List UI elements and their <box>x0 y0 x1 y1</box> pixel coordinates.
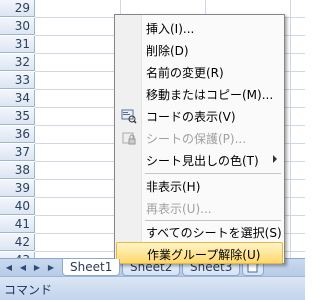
status-bar: コマンド <box>0 276 305 300</box>
row-header[interactable]: 41 <box>0 216 35 233</box>
menu-item-label: 削除(D) <box>146 44 189 58</box>
prev-sheet-icon: ◀ <box>19 263 27 272</box>
menu-item-label: 挿入(I)... <box>146 22 195 36</box>
sheet-tab-sheet1[interactable]: Sheet1 <box>62 259 121 276</box>
menu-item-hide[interactable]: 非表示(H) <box>116 175 283 197</box>
last-sheet-icon: ▶ <box>47 263 55 272</box>
last-sheet-button[interactable]: ▶ <box>45 262 57 273</box>
menu-item-delete[interactable]: 削除(D) <box>116 39 283 61</box>
row-header[interactable]: 37 <box>0 144 35 161</box>
row-header[interactable]: 33 <box>0 72 35 89</box>
row-header[interactable]: 39 <box>0 180 35 197</box>
submenu-arrow-icon <box>273 155 277 163</box>
menu-item-label: 非表示(H) <box>146 180 201 194</box>
menu-item-select-all-sheets[interactable]: すべてのシートを選択(S) <box>116 221 283 243</box>
menu-item-label: 名前の変更(R) <box>146 66 224 80</box>
menu-separator <box>145 173 281 174</box>
row-header[interactable]: 42 <box>0 234 35 251</box>
protect-sheet-icon <box>122 132 136 145</box>
menu-item-label: コードの表示(V) <box>146 110 236 124</box>
status-text: コマンド <box>4 283 53 297</box>
next-sheet-button[interactable]: ▶ <box>31 262 43 273</box>
first-sheet-icon: ◀ <box>5 263 13 272</box>
menu-item-rename[interactable]: 名前の変更(R) <box>116 61 283 83</box>
row-header[interactable]: 31 <box>0 36 35 53</box>
menu-item-tab-color[interactable]: シート見出しの色(T) <box>116 149 283 171</box>
row-header[interactable]: 30 <box>0 18 35 35</box>
sheet-tab-context-menu: 挿入(I)... 削除(D) 名前の変更(R) 移動またはコピー(M)... コ… <box>114 14 285 264</box>
view-code-icon <box>121 109 137 124</box>
menu-item-label: シートの保護(P)... <box>146 132 247 146</box>
menu-item-label: 移動またはコピー(M)... <box>146 88 274 102</box>
row-header[interactable]: 34 <box>0 90 35 107</box>
first-sheet-button[interactable]: ◀ <box>3 262 15 273</box>
menu-item-label: 作業グループ解除(U) <box>147 248 261 262</box>
row-header[interactable]: 29 <box>0 0 35 17</box>
menu-item-ungroup-sheets[interactable]: 作業グループ解除(U) <box>116 242 283 264</box>
prev-sheet-button[interactable]: ◀ <box>17 262 29 273</box>
menu-item-label: 再表示(U)... <box>146 202 212 216</box>
row-header[interactable]: 36 <box>0 126 35 143</box>
menu-item-insert[interactable]: 挿入(I)... <box>116 17 283 39</box>
menu-item-protect-sheet: シートの保護(P)... <box>116 127 283 149</box>
row-header[interactable]: 38 <box>0 162 35 179</box>
row-header[interactable]: 40 <box>0 198 35 215</box>
menu-item-unhide: 再表示(U)... <box>116 197 283 219</box>
next-sheet-icon: ▶ <box>33 263 41 272</box>
menu-item-view-code[interactable]: コードの表示(V) <box>116 105 283 127</box>
menu-item-label: シート見出しの色(T) <box>146 154 259 168</box>
row-header[interactable]: 35 <box>0 108 35 125</box>
row-header[interactable]: 32 <box>0 54 35 71</box>
menu-item-move-copy[interactable]: 移動またはコピー(M)... <box>116 83 283 105</box>
menu-item-label: すべてのシートを選択(S) <box>146 226 282 240</box>
